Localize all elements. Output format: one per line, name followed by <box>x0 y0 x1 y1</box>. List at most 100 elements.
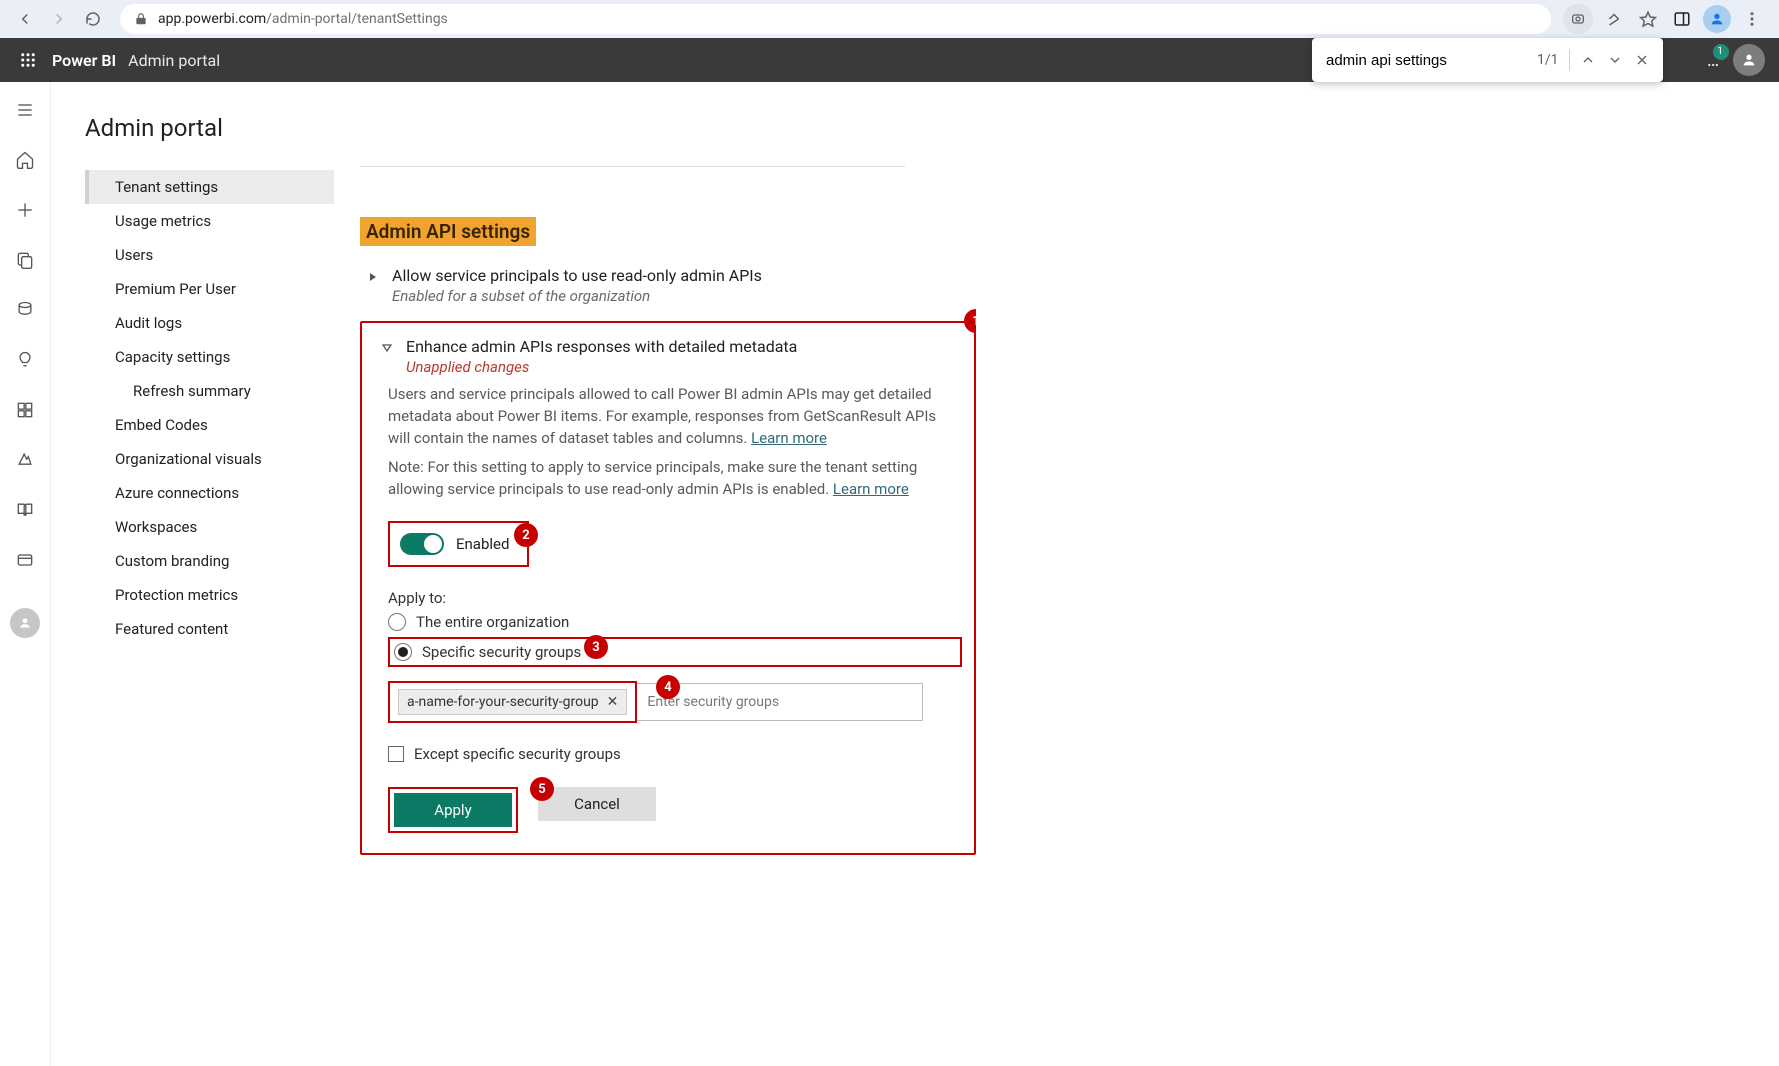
apply-to-label: Apply to: <box>388 589 962 607</box>
sidenav-capacity-settings[interactable]: Capacity settings <box>85 340 334 374</box>
radio-specific-groups-outline: Specific security groups <box>388 637 962 667</box>
except-checkbox[interactable] <box>388 746 404 762</box>
callout-2: 2 <box>514 523 538 547</box>
section-heading-admin-api: Admin API settings <box>360 217 536 246</box>
browser-profile-avatar[interactable] <box>1703 5 1731 33</box>
setting-subtitle: Enabled for a subset of the organization <box>392 287 762 305</box>
page-title: Admin portal <box>85 114 976 142</box>
deployment-icon[interactable] <box>13 448 37 472</box>
section-divider <box>360 166 905 167</box>
setting-description-1: Users and service principals allowed to … <box>388 384 948 449</box>
sidenav-workspaces[interactable]: Workspaces <box>85 510 334 544</box>
chip-label: a-name-for-your-security-group <box>407 694 599 710</box>
browse-icon[interactable] <box>13 248 37 272</box>
security-groups-input[interactable]: Enter security groups <box>637 683 923 721</box>
app-launcher-icon[interactable] <box>14 46 42 74</box>
home-icon[interactable] <box>13 148 37 172</box>
collapse-icon[interactable] <box>382 343 392 353</box>
radio-ring-icon <box>394 643 412 661</box>
notification-badge: 1 <box>1713 44 1729 60</box>
apply-to-radios: The entire organization Specific securit… <box>388 613 962 667</box>
except-label: Except specific security groups <box>414 745 621 763</box>
callout-5: 5 <box>530 777 554 801</box>
enabled-toggle[interactable] <box>400 533 444 555</box>
side-panel-icon[interactable] <box>1669 6 1695 32</box>
share-icon[interactable] <box>1601 6 1627 32</box>
sidenav-refresh-summary[interactable]: Refresh summary <box>85 374 334 408</box>
nav-back-button[interactable] <box>10 4 40 34</box>
url-text: app.powerbi.com/admin-portal/tenantSetti… <box>158 11 448 27</box>
content-area: Admin portal Tenant settings Usage metri… <box>51 82 1779 1066</box>
find-in-page-bar: 1/1 <box>1312 38 1663 82</box>
expanded-setting-title: Enhance admin APIs responses with detail… <box>406 337 797 356</box>
workspaces-icon[interactable] <box>13 548 37 572</box>
toggle-knob <box>424 535 442 553</box>
learn-more-link-2[interactable]: Learn more <box>833 480 909 498</box>
callout-4: 4 <box>656 675 680 699</box>
cancel-button[interactable]: Cancel <box>538 787 656 821</box>
security-group-chip[interactable]: a-name-for-your-security-group ✕ <box>398 689 627 715</box>
sidenav-usage-metrics[interactable]: Usage metrics <box>85 204 334 238</box>
breadcrumb: Admin portal <box>128 51 220 70</box>
sidenav-audit-logs[interactable]: Audit logs <box>85 306 334 340</box>
browser-menu-icon[interactable] <box>1739 6 1765 32</box>
callout-3: 3 <box>584 635 608 659</box>
url-bar[interactable]: app.powerbi.com/admin-portal/tenantSetti… <box>120 4 1551 34</box>
browser-chrome: app.powerbi.com/admin-portal/tenantSetti… <box>0 0 1779 38</box>
apps-icon[interactable] <box>13 398 37 422</box>
main-panel: Admin API settings Allow service princip… <box>334 166 976 915</box>
create-icon[interactable] <box>13 198 37 222</box>
rail-user-icon[interactable] <box>10 608 40 638</box>
find-close-button[interactable] <box>1634 49 1651 71</box>
extension-lens-icon[interactable] <box>1563 4 1593 34</box>
sidenav-protection-metrics[interactable]: Protection metrics <box>85 578 334 612</box>
left-rail <box>0 82 51 1066</box>
expand-icon <box>368 272 378 282</box>
find-prev-button[interactable] <box>1579 49 1596 71</box>
find-next-button[interactable] <box>1607 49 1624 71</box>
find-count: 1/1 <box>1537 52 1559 68</box>
radio-specific-groups[interactable]: Specific security groups <box>394 643 581 661</box>
url-host: app.powerbi.com <box>158 11 266 27</box>
setting-enhance-admin-apis: Enhance admin APIs responses with detail… <box>360 321 976 855</box>
except-groups-row[interactable]: Except specific security groups <box>388 745 962 763</box>
setting-title: Allow service principals to use read-onl… <box>392 266 762 285</box>
nav-forward-button[interactable] <box>44 4 74 34</box>
radio-entire-org[interactable]: The entire organization <box>388 613 962 631</box>
header-more-button[interactable]: … 1 <box>1707 50 1721 71</box>
bookmark-star-icon[interactable] <box>1635 6 1661 32</box>
radio-ring-icon <box>388 613 406 631</box>
sidenav-users[interactable]: Users <box>85 238 334 272</box>
sidenav-org-visuals[interactable]: Organizational visuals <box>85 442 334 476</box>
learn-icon[interactable] <box>13 498 37 522</box>
sidenav-embed-codes[interactable]: Embed Codes <box>85 408 334 442</box>
setting-allow-service-principals[interactable]: Allow service principals to use read-onl… <box>360 260 976 309</box>
setting-description-2: Note: For this setting to apply to servi… <box>388 457 948 501</box>
learn-more-link-1[interactable]: Learn more <box>751 429 827 447</box>
menu-icon[interactable] <box>13 98 37 122</box>
header-profile-avatar[interactable] <box>1733 44 1765 76</box>
find-divider <box>1569 49 1570 71</box>
enabled-toggle-label: Enabled <box>456 535 509 553</box>
radio-label: Specific security groups <box>422 643 581 661</box>
sidenav-tenant-settings[interactable]: Tenant settings <box>85 170 334 204</box>
lock-icon <box>134 12 148 26</box>
data-hub-icon[interactable] <box>13 298 37 322</box>
sidenav-featured-content[interactable]: Featured content <box>85 612 334 646</box>
apply-button[interactable]: Apply <box>394 793 512 827</box>
find-input[interactable] <box>1324 51 1527 70</box>
sidenav-custom-branding[interactable]: Custom branding <box>85 544 334 578</box>
sidenav-azure-connections[interactable]: Azure connections <box>85 476 334 510</box>
url-path: /admin-portal/tenantSettings <box>266 11 448 27</box>
security-group-chip-box: a-name-for-your-security-group ✕ <box>388 681 637 723</box>
callout-1: 1 <box>964 309 976 333</box>
apply-button-outline: Apply <box>388 787 518 833</box>
chip-remove-icon[interactable]: ✕ <box>607 694 619 710</box>
radio-label: The entire organization <box>416 613 569 631</box>
sidenav-premium-per-user[interactable]: Premium Per User <box>85 272 334 306</box>
nav-reload-button[interactable] <box>78 4 108 34</box>
admin-sidenav: Tenant settings Usage metrics Users Prem… <box>85 170 334 915</box>
enabled-toggle-group: Enabled <box>388 521 529 567</box>
unapplied-changes-label: Unapplied changes <box>406 358 797 376</box>
metrics-icon[interactable] <box>13 348 37 372</box>
